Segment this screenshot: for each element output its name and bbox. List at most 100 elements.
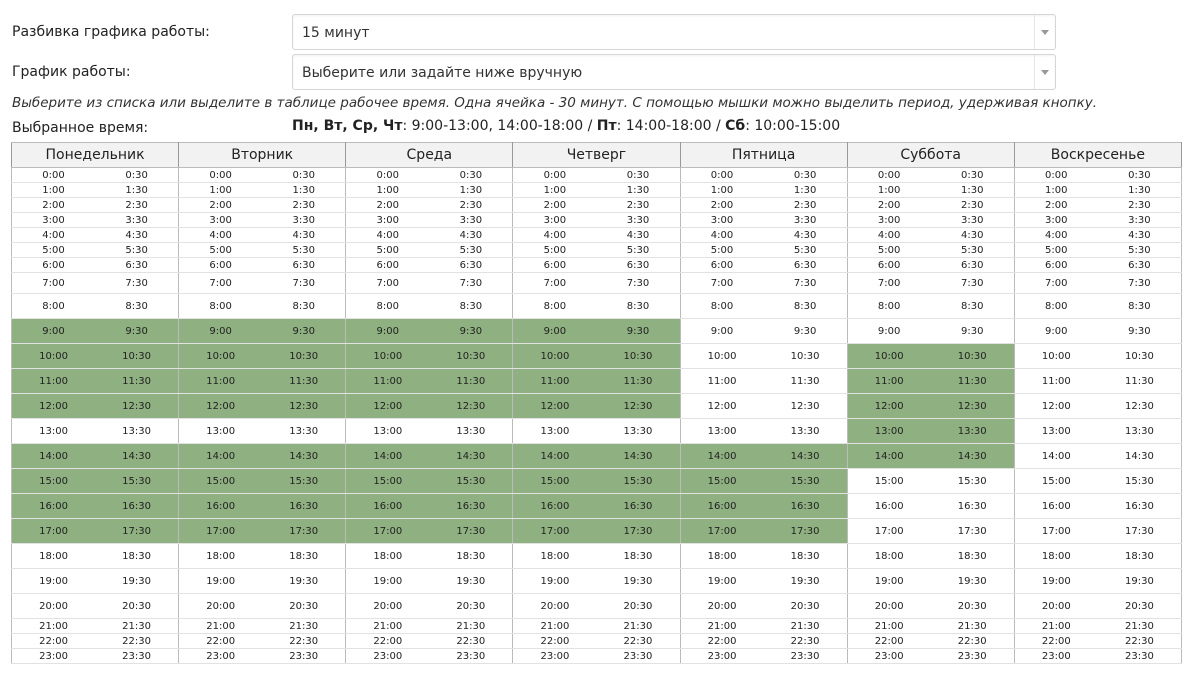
time-slot-cell[interactable]: 7:30 bbox=[429, 272, 514, 294]
time-slot-cell[interactable]: 22:00 bbox=[345, 633, 430, 649]
time-slot-cell[interactable]: 0:00 bbox=[345, 167, 430, 183]
time-slot-cell[interactable]: 4:30 bbox=[429, 227, 514, 243]
time-slot-cell[interactable]: 11:00 bbox=[178, 368, 263, 394]
time-slot-cell[interactable]: 0:30 bbox=[429, 167, 514, 183]
time-slot-cell[interactable]: 16:00 bbox=[846, 493, 931, 519]
time-slot-cell[interactable]: 12:00 bbox=[178, 393, 263, 419]
time-slot-cell[interactable]: 9:00 bbox=[178, 318, 263, 344]
time-slot-cell[interactable]: 4:00 bbox=[846, 227, 931, 243]
time-slot-cell[interactable]: 18:00 bbox=[512, 543, 597, 569]
time-slot-cell[interactable]: 23:30 bbox=[930, 648, 1015, 664]
time-slot-cell[interactable]: 6:00 bbox=[178, 257, 263, 273]
time-slot-cell[interactable]: 16:00 bbox=[512, 493, 597, 519]
time-slot-cell[interactable]: 2:00 bbox=[1013, 197, 1098, 213]
time-slot-cell[interactable]: 3:00 bbox=[512, 212, 597, 228]
time-slot-cell[interactable]: 12:30 bbox=[930, 393, 1015, 419]
time-slot-cell[interactable]: 11:00 bbox=[846, 368, 931, 394]
time-slot-cell[interactable]: 21:00 bbox=[178, 618, 263, 634]
time-slot-cell[interactable]: 5:00 bbox=[345, 242, 430, 258]
time-slot-cell[interactable]: 10:30 bbox=[596, 343, 681, 369]
time-slot-cell[interactable]: 3:00 bbox=[345, 212, 430, 228]
time-slot-cell[interactable]: 14:30 bbox=[262, 443, 347, 469]
time-slot-cell[interactable]: 8:30 bbox=[596, 293, 681, 319]
time-slot-cell[interactable]: 11:30 bbox=[429, 368, 514, 394]
time-slot-cell[interactable]: 1:30 bbox=[763, 182, 848, 198]
time-slot-cell[interactable]: 6:30 bbox=[1097, 257, 1182, 273]
time-slot-cell[interactable]: 8:00 bbox=[846, 293, 931, 319]
time-slot-cell[interactable]: 4:30 bbox=[262, 227, 347, 243]
time-slot-cell[interactable]: 21:00 bbox=[11, 618, 96, 634]
time-slot-cell[interactable]: 20:00 bbox=[846, 593, 931, 619]
time-slot-cell[interactable]: 18:00 bbox=[1013, 543, 1098, 569]
time-slot-cell[interactable]: 0:00 bbox=[679, 167, 764, 183]
time-slot-cell[interactable]: 8:30 bbox=[262, 293, 347, 319]
time-slot-cell[interactable]: 14:30 bbox=[930, 443, 1015, 469]
time-slot-cell[interactable]: 19:00 bbox=[512, 568, 597, 594]
time-slot-cell[interactable]: 9:30 bbox=[1097, 318, 1182, 344]
time-slot-cell[interactable]: 5:00 bbox=[178, 242, 263, 258]
time-slot-cell[interactable]: 11:00 bbox=[512, 368, 597, 394]
time-slot-cell[interactable]: 16:30 bbox=[763, 493, 848, 519]
time-slot-cell[interactable]: 9:00 bbox=[846, 318, 931, 344]
time-slot-cell[interactable]: 21:30 bbox=[1097, 618, 1182, 634]
time-slot-cell[interactable]: 2:00 bbox=[512, 197, 597, 213]
time-slot-cell[interactable]: 10:00 bbox=[11, 343, 96, 369]
time-slot-cell[interactable]: 9:00 bbox=[512, 318, 597, 344]
time-slot-cell[interactable]: 23:30 bbox=[262, 648, 347, 664]
schedule-select[interactable]: Выберите или задайте ниже вручную bbox=[292, 54, 1056, 90]
time-slot-cell[interactable]: 11:30 bbox=[262, 368, 347, 394]
time-slot-cell[interactable]: 8:30 bbox=[95, 293, 180, 319]
time-slot-cell[interactable]: 20:00 bbox=[512, 593, 597, 619]
time-slot-cell[interactable]: 17:00 bbox=[11, 518, 96, 544]
time-slot-cell[interactable]: 23:00 bbox=[178, 648, 263, 664]
time-slot-cell[interactable]: 4:30 bbox=[95, 227, 180, 243]
time-slot-cell[interactable]: 15:30 bbox=[95, 468, 180, 494]
time-slot-cell[interactable]: 13:00 bbox=[11, 418, 96, 444]
time-slot-cell[interactable]: 22:00 bbox=[679, 633, 764, 649]
time-slot-cell[interactable]: 22:00 bbox=[11, 633, 96, 649]
time-slot-cell[interactable]: 13:00 bbox=[679, 418, 764, 444]
time-slot-cell[interactable]: 18:30 bbox=[262, 543, 347, 569]
time-slot-cell[interactable]: 23:30 bbox=[763, 648, 848, 664]
time-slot-cell[interactable]: 7:00 bbox=[1013, 272, 1098, 294]
time-slot-cell[interactable]: 11:30 bbox=[1097, 368, 1182, 394]
time-slot-cell[interactable]: 11:00 bbox=[11, 368, 96, 394]
time-slot-cell[interactable]: 3:00 bbox=[1013, 212, 1098, 228]
time-slot-cell[interactable]: 1:00 bbox=[178, 182, 263, 198]
time-slot-cell[interactable]: 3:30 bbox=[1097, 212, 1182, 228]
time-slot-cell[interactable]: 8:00 bbox=[1013, 293, 1098, 319]
time-slot-cell[interactable]: 2:30 bbox=[930, 197, 1015, 213]
time-slot-cell[interactable]: 17:30 bbox=[763, 518, 848, 544]
time-slot-cell[interactable]: 0:00 bbox=[512, 167, 597, 183]
time-slot-cell[interactable]: 15:00 bbox=[11, 468, 96, 494]
time-slot-cell[interactable]: 15:00 bbox=[679, 468, 764, 494]
time-slot-cell[interactable]: 2:30 bbox=[95, 197, 180, 213]
time-slot-cell[interactable]: 18:30 bbox=[930, 543, 1015, 569]
time-slot-cell[interactable]: 6:30 bbox=[95, 257, 180, 273]
time-slot-cell[interactable]: 7:00 bbox=[679, 272, 764, 294]
time-slot-cell[interactable]: 0:30 bbox=[1097, 167, 1182, 183]
time-slot-cell[interactable]: 22:00 bbox=[1013, 633, 1098, 649]
time-slot-cell[interactable]: 15:00 bbox=[1013, 468, 1098, 494]
time-slot-cell[interactable]: 14:30 bbox=[596, 443, 681, 469]
time-slot-cell[interactable]: 6:00 bbox=[11, 257, 96, 273]
time-slot-cell[interactable]: 0:30 bbox=[596, 167, 681, 183]
time-slot-cell[interactable]: 3:00 bbox=[679, 212, 764, 228]
time-slot-cell[interactable]: 10:30 bbox=[763, 343, 848, 369]
time-slot-cell[interactable]: 22:30 bbox=[763, 633, 848, 649]
time-slot-cell[interactable]: 5:00 bbox=[846, 242, 931, 258]
time-slot-cell[interactable]: 19:00 bbox=[1013, 568, 1098, 594]
time-slot-cell[interactable]: 3:00 bbox=[11, 212, 96, 228]
time-slot-cell[interactable]: 12:00 bbox=[846, 393, 931, 419]
time-slot-cell[interactable]: 10:00 bbox=[1013, 343, 1098, 369]
time-slot-cell[interactable]: 1:30 bbox=[262, 182, 347, 198]
time-slot-cell[interactable]: 12:30 bbox=[763, 393, 848, 419]
time-slot-cell[interactable]: 20:30 bbox=[429, 593, 514, 619]
time-slot-cell[interactable]: 17:00 bbox=[512, 518, 597, 544]
time-slot-cell[interactable]: 6:00 bbox=[512, 257, 597, 273]
time-slot-cell[interactable]: 13:30 bbox=[1097, 418, 1182, 444]
time-slot-cell[interactable]: 20:00 bbox=[178, 593, 263, 619]
time-slot-cell[interactable]: 21:00 bbox=[679, 618, 764, 634]
time-slot-cell[interactable]: 21:00 bbox=[846, 618, 931, 634]
time-slot-cell[interactable]: 14:00 bbox=[345, 443, 430, 469]
